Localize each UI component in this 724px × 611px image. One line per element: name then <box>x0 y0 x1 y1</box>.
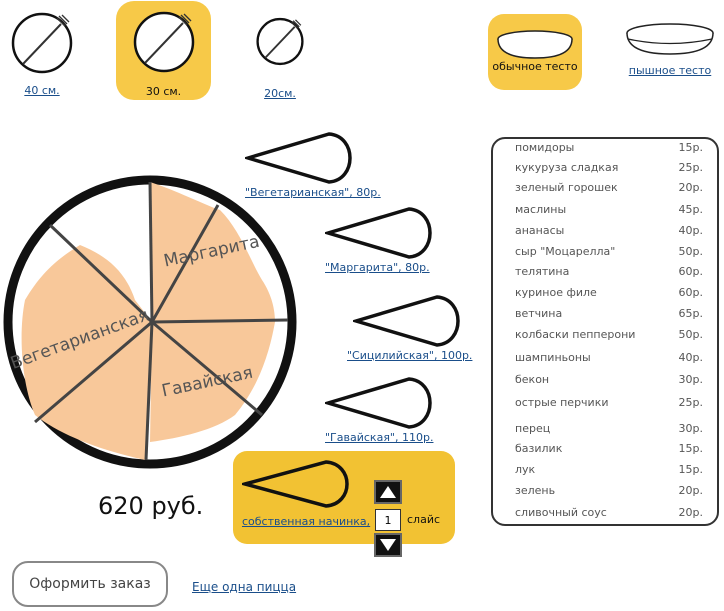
ingredient-row[interactable]: сливочный соус 20р. <box>515 506 703 519</box>
ingredient-name: перец <box>515 422 551 435</box>
slice-option-vegetarian[interactable]: "Вегетарианская", 80р. <box>245 130 381 199</box>
slice-shape-icon <box>325 377 432 429</box>
qty-increase-button[interactable] <box>374 480 402 504</box>
ingredient-row[interactable]: зеленый горошек 20р. <box>515 181 703 194</box>
ingredient-price: 50р. <box>678 245 703 258</box>
qty-decrease-button[interactable] <box>374 533 402 557</box>
ingredient-row[interactable]: лук 15р. <box>515 463 703 476</box>
ingredient-name: сливочный соус <box>515 506 607 519</box>
qty-input[interactable] <box>375 509 401 531</box>
ingredient-name: помидоры <box>515 141 575 154</box>
ingredient-row[interactable]: перец 30р. <box>515 422 703 435</box>
ingredient-row[interactable]: телятина 60р. <box>515 265 703 278</box>
size-label-20[interactable]: 20см. <box>264 87 296 100</box>
ingredient-row[interactable]: помидоры 15р. <box>515 141 703 154</box>
ingredient-price: 15р. <box>678 141 703 154</box>
another-pizza-link[interactable]: Еще одна пицца <box>192 580 296 594</box>
arrow-down-icon <box>380 539 396 551</box>
slice-option-label[interactable]: "Маргарита", 80р. <box>325 261 437 274</box>
ingredient-price: 20р. <box>678 484 703 497</box>
slice-shape-icon <box>245 132 352 184</box>
ingredient-price: 60р. <box>678 286 703 299</box>
ingredient-name: маслины <box>515 203 567 216</box>
dough-icon <box>626 23 714 55</box>
ingredient-price: 25р. <box>678 161 703 174</box>
ingredient-name: куриное филе <box>515 286 597 299</box>
ingredient-price: 20р. <box>678 506 703 519</box>
ingredient-name: кукуруза сладкая <box>515 161 619 174</box>
order-button[interactable]: Оформить заказ <box>12 561 168 607</box>
arrow-up-icon <box>380 486 396 498</box>
ingredient-price: 15р. <box>678 463 703 476</box>
dough-label-fluffy[interactable]: пышное тесто <box>629 64 712 77</box>
ingredient-row[interactable]: сыр "Моцарелла" 50р. <box>515 245 703 258</box>
ingredient-name: шампиньоны <box>515 351 591 364</box>
dough-icon <box>497 30 573 59</box>
dough-option-regular[interactable]: обычное тесто <box>488 14 582 90</box>
size-option-20[interactable]: 20см. <box>250 16 310 100</box>
ingredient-name: ананасы <box>515 224 565 237</box>
size-option-40[interactable]: 40 см. <box>0 10 84 100</box>
ingredient-row[interactable]: кукуруза сладкая 25р. <box>515 161 703 174</box>
ingredient-row[interactable]: зелень 20р. <box>515 484 703 497</box>
plate-fork-icon <box>256 17 304 66</box>
ingredient-price: 15р. <box>678 442 703 455</box>
slice-option-label[interactable]: "Сицилийская", 100р. <box>347 349 472 362</box>
ingredient-name: телятина <box>515 265 570 278</box>
ingredient-name: базилик <box>515 442 563 455</box>
slice-shape-icon <box>353 295 460 347</box>
custom-filling-link[interactable]: собственная начинка, <box>242 515 370 528</box>
ingredient-name: сыр "Моцарелла" <box>515 245 616 258</box>
slice-shape-icon <box>325 207 432 259</box>
ingredient-row[interactable]: куриное филе 60р. <box>515 286 703 299</box>
slice-shape-icon <box>242 460 349 508</box>
ingredient-name: зеленый горошек <box>515 181 618 194</box>
total-price: 620 руб. <box>98 492 204 520</box>
ingredient-row[interactable]: острые перчики 25р. <box>515 396 703 409</box>
dough-option-fluffy[interactable]: пышное тесто <box>622 22 718 82</box>
ingredient-price: 60р. <box>678 265 703 278</box>
ingredient-price: 50р. <box>678 328 703 341</box>
slice-option-sicilian[interactable]: "Сицилийская", 100р. <box>347 293 472 362</box>
slice-option-label[interactable]: "Вегетарианская", 80р. <box>245 186 381 199</box>
slice-option-margherita[interactable]: "Маргарита", 80р. <box>325 205 437 274</box>
pizza-diagram <box>3 175 297 469</box>
ingredient-price: 20р. <box>678 181 703 194</box>
size-option-30[interactable]: 30 см. <box>116 1 211 100</box>
ingredient-name: лук <box>515 463 536 476</box>
slice-option-label[interactable]: "Гавайская", 110р. <box>325 431 437 444</box>
plate-fork-icon <box>11 12 73 74</box>
qty-unit-label: слайс <box>407 513 441 526</box>
plate-fork-icon <box>133 11 194 73</box>
ingredient-price: 45р. <box>678 203 703 216</box>
slice-option-hawaiian[interactable]: "Гавайская", 110р. <box>325 375 437 444</box>
ingredient-price: 40р. <box>678 351 703 364</box>
ingredient-price: 30р. <box>678 422 703 435</box>
ingredients-list: помидоры 15р. кукуруза сладкая 25р. зеленый … <box>491 137 719 526</box>
ingredient-row[interactable]: базилик 15р. <box>515 442 703 455</box>
ingredient-price: 25р. <box>678 396 703 409</box>
ingredient-row[interactable]: ананасы 40р. <box>515 224 703 237</box>
ingredient-row[interactable]: ветчина 65р. <box>515 307 703 320</box>
size-label-40[interactable]: 40 см. <box>24 84 59 97</box>
ingredient-price: 40р. <box>678 224 703 237</box>
ingredient-row[interactable]: колбаски пепперони 50р. <box>515 328 703 341</box>
ingredient-name: ветчина <box>515 307 563 320</box>
ingredient-row[interactable]: бекон 30р. <box>515 373 703 386</box>
ingredient-row[interactable]: шампиньоны 40р. <box>515 351 703 364</box>
ingredient-name: бекон <box>515 373 550 386</box>
ingredient-price: 30р. <box>678 373 703 386</box>
ingredient-name: зелень <box>515 484 556 497</box>
ingredient-name: острые перчики <box>515 396 609 409</box>
dough-label-regular: обычное тесто <box>492 60 578 73</box>
size-label-30: 30 см. <box>145 85 182 98</box>
ingredient-name: колбаски пепперони <box>515 328 636 341</box>
ingredient-row[interactable]: маслины 45р. <box>515 203 703 216</box>
ingredient-price: 65р. <box>678 307 703 320</box>
